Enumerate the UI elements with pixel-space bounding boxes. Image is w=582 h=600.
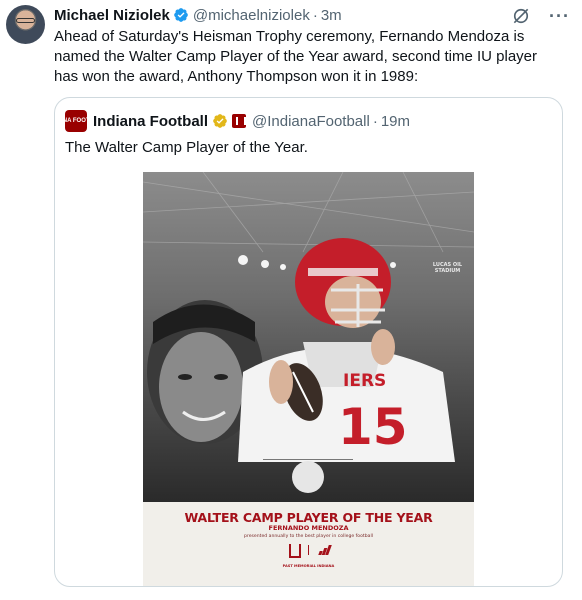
quoted-author-handle[interactable]: @IndianaFootball [252,113,370,130]
iu-logo-icon [288,544,301,558]
tweet-header: Michael Niziolek @michaelniziolek · 3m [54,6,342,24]
tweet[interactable]: Michael Niziolek @michaelniziolek · 3m ·… [0,0,582,600]
quoted-header: INDIANA FOOTBALL Indiana Football @India… [55,110,410,132]
adidas-logo-icon [318,545,332,555]
poster-player-name: FERNANDO MENDOZA [268,524,349,532]
author-handle[interactable]: @michaelniziolek [193,7,310,24]
quoted-separator-dot: · [372,112,378,130]
verified-badge-icon [174,8,188,22]
poster-logos [288,544,332,558]
separator-dot: · [312,6,318,24]
jersey-lettering: IERS [343,371,386,391]
affiliate-badge-icon [232,114,246,128]
author-name[interactable]: Michael Niziolek [54,7,170,24]
award-poster-image[interactable]: 15 IERS LUCAS OIL STADIUM WALTER CAMP PL… [143,172,474,586]
more-icon[interactable]: ··· [549,7,570,25]
poster-tagline: presented annually to the best player in… [243,534,374,539]
gold-verified-badge-icon [213,114,227,128]
tweet-actions-top: ··· [511,6,570,26]
quoted-avatar[interactable]: INDIANA FOOTBALL [55,110,106,132]
grok-icon[interactable] [511,6,531,26]
avatar-glasses [16,18,35,23]
quoted-text: The Walter Camp Player of the Year. [65,139,308,156]
quoted-tweet[interactable]: INDIANA FOOTBALL Indiana Football @India… [54,97,563,587]
poster-title: WALTER CAMP PLAYER OF THE YEAR [184,510,433,525]
quoted-author-name[interactable]: Indiana Football [93,113,208,130]
stadium-sign: LUCAS OIL STADIUM [432,262,463,274]
tweet-text: Ahead of Saturday's Heisman Trophy cerem… [54,28,538,85]
logo-divider [308,545,309,555]
quoted-timestamp[interactable]: 19m [381,113,410,130]
poster-footer: PAST MEMORIAL INDIANA [282,564,335,568]
jersey-number: 15 [338,398,408,456]
tweet-timestamp[interactable]: 3m [321,7,342,24]
author-avatar[interactable] [6,5,45,44]
